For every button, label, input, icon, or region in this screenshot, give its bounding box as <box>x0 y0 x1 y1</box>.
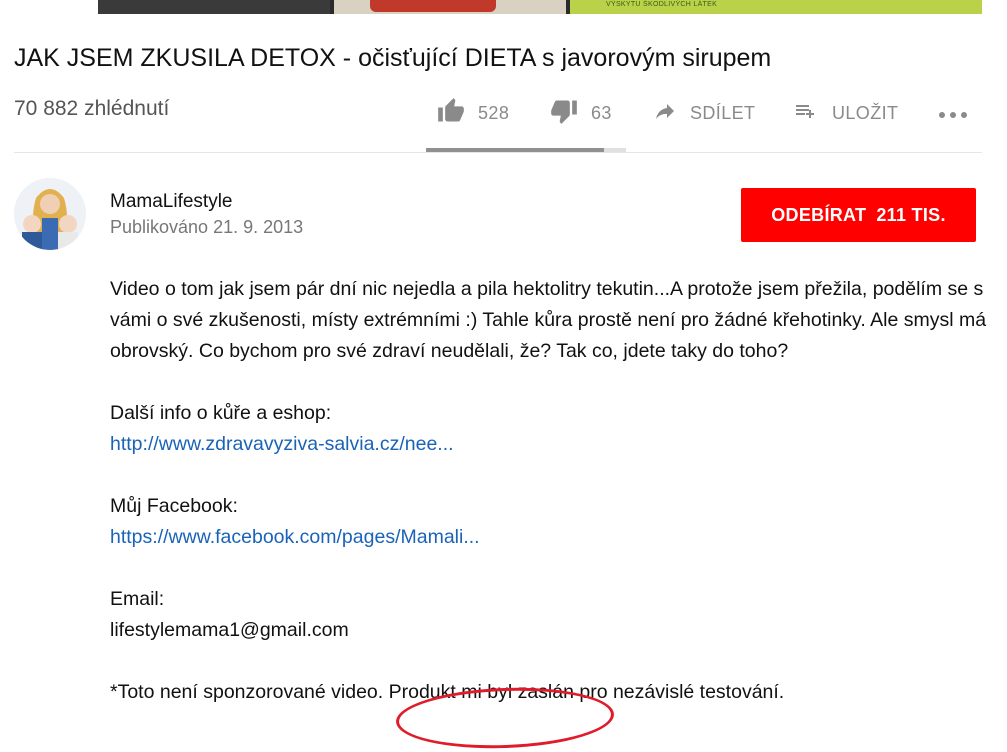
thumbnail-segment-dark <box>98 0 330 14</box>
channel-avatar[interactable] <box>14 178 86 250</box>
dislike-count: 63 <box>591 102 612 123</box>
thumbs-up-icon <box>436 97 466 130</box>
thumbnail-text: VÝSKYTU ŠKODLIVÝCH LÁTEK <box>606 1 718 8</box>
subscriber-count: 211 TIS. <box>876 204 946 225</box>
save-label: ULOŽIT <box>832 102 899 123</box>
eshop-link[interactable]: http://www.zdravavyziva-salvia.cz/nee... <box>110 433 454 455</box>
like-count: 528 <box>478 102 510 123</box>
share-arrow-icon <box>652 99 678 128</box>
share-button[interactable]: SDÍLET <box>652 96 755 130</box>
subscribe-button[interactable]: ODEBÍRAT 211 TIS. <box>741 188 976 242</box>
more-actions-button[interactable] <box>938 96 968 130</box>
section-divider <box>14 152 982 153</box>
avatar-photo-icon <box>14 178 86 250</box>
video-thumbnail-strip: VÝSKYTU ŠKODLIVÝCH LÁTEK <box>98 0 982 14</box>
info-label: Další info o kůře a eshop: <box>110 402 332 424</box>
share-label: SDÍLET <box>690 102 756 123</box>
thumbnail-segment-green: VÝSKYTU ŠKODLIVÝCH LÁTEK <box>570 0 982 14</box>
view-count: 70 882 zhlédnutí <box>14 97 170 120</box>
more-horizontal-icon <box>938 103 968 124</box>
description-info-block: Další info o kůře a eshop: http://www.zd… <box>110 398 990 460</box>
description-email-block: Email: lifestylemama1@gmail.com <box>110 584 990 646</box>
email-value: lifestylemama1@gmail.com <box>110 619 349 641</box>
subscribe-label: ODEBÍRAT <box>771 204 867 225</box>
thumbs-down-icon <box>549 97 579 130</box>
video-title: JAK JSEM ZKUSILA DETOX - očisťující DIET… <box>14 44 772 72</box>
facebook-label: Můj Facebook: <box>110 495 238 517</box>
thumbnail-segment-red <box>370 0 496 12</box>
facebook-link[interactable]: https://www.facebook.com/pages/Mamali... <box>110 526 480 548</box>
email-label: Email: <box>110 588 165 610</box>
description-facebook-block: Můj Facebook: https://www.facebook.com/p… <box>110 491 990 553</box>
video-description: Video o tom jak jsem pár dní nic nejedla… <box>110 274 990 708</box>
save-button[interactable]: ULOŽIT <box>792 96 898 130</box>
publish-date: Publikováno 21. 9. 2013 <box>110 217 304 237</box>
like-button[interactable]: 528 <box>436 96 509 130</box>
playlist-add-icon <box>792 99 820 128</box>
description-intro: Video o tom jak jsem pár dní nic nejedla… <box>110 278 987 362</box>
dislike-button[interactable]: 63 <box>549 96 612 130</box>
channel-name[interactable]: MamaLifestyle <box>110 191 233 213</box>
